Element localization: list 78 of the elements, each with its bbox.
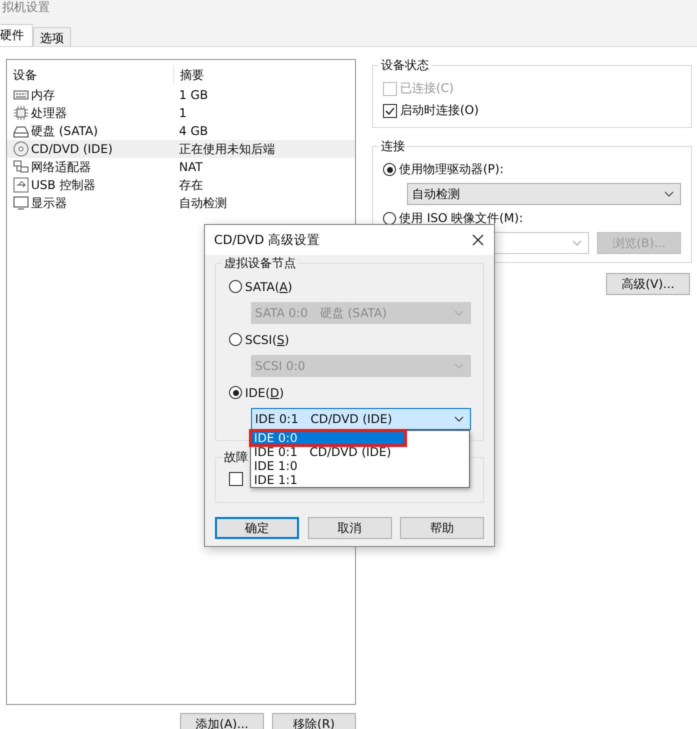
device-name: 网络适配器 xyxy=(31,158,91,176)
device-name: 内存 xyxy=(31,86,55,104)
device-name: USB 控制器 xyxy=(31,176,96,194)
radio-label: SCSI(S) xyxy=(245,332,290,346)
checkbox[interactable] xyxy=(229,472,243,486)
dialog-button[interactable]: 帮助 xyxy=(400,517,484,539)
dialog-title: CD/DVD 高级设置 xyxy=(214,232,320,248)
dialog-button[interactable]: 取消 xyxy=(308,517,392,539)
action-button[interactable]: 添加(A)... xyxy=(180,713,264,729)
dropdown-option[interactable]: IDE 0:1 CD/DVD (IDE) xyxy=(251,445,469,459)
action-button[interactable]: 移除(R) xyxy=(272,713,356,729)
device-name: 硬盘 (SATA) xyxy=(31,122,98,140)
disc-icon xyxy=(13,141,29,157)
device-row[interactable]: 网络适配器 NAT xyxy=(7,158,355,176)
select-value: IDE 0:1 xyxy=(255,412,298,426)
column-header[interactable]: 设备 xyxy=(13,66,173,84)
group-title: 连接 xyxy=(379,138,407,155)
group-title: 虚拟设备节点 xyxy=(222,255,298,272)
dialog-button[interactable]: 确定 xyxy=(215,517,299,539)
radio-label: 使用物理驱动器(P): xyxy=(399,161,504,178)
dropdown-option[interactable]: IDE 1:0 xyxy=(251,459,469,473)
drive-select[interactable]: 自动检测 xyxy=(407,183,681,205)
radio-button[interactable] xyxy=(383,163,396,176)
chevron-down-icon xyxy=(454,310,464,316)
network-icon xyxy=(13,159,29,175)
device-name: 显示器 xyxy=(31,194,67,212)
radio-label: IDE(D) xyxy=(245,386,284,400)
option-text: CD/DVD (IDE) xyxy=(310,445,392,459)
radio-button[interactable] xyxy=(383,212,396,225)
select-value: CD/DVD (IDE) xyxy=(310,412,392,426)
group-title: 故障 xyxy=(222,449,250,466)
tab[interactable]: 硬件 xyxy=(0,24,33,46)
device-row[interactable]: 内存 1 GB xyxy=(7,86,355,104)
option-text: IDE 1:1 xyxy=(254,473,298,487)
chevron-down-icon xyxy=(664,191,674,197)
group-title: 设备状态 xyxy=(379,57,431,74)
device-summary: 4 GB xyxy=(178,124,208,138)
select-value: 硬盘 (SATA) xyxy=(320,304,387,322)
checkbox-label: 已连接(C) xyxy=(400,80,454,97)
device-summary: 1 xyxy=(178,106,187,120)
usb-icon xyxy=(13,177,29,193)
device-row[interactable]: USB 控制器 存在 xyxy=(7,176,355,194)
option-text: IDE 1:0 xyxy=(254,459,298,473)
dropdown-option[interactable]: IDE 1:1 xyxy=(251,473,469,487)
checkbox-label: 启动时连接(O) xyxy=(400,102,479,119)
dropdown-option[interactable]: IDE 0:0 xyxy=(251,431,405,445)
window-title: 拟机设置 xyxy=(1,0,50,14)
radio-button[interactable] xyxy=(229,333,242,346)
chevron-down-icon xyxy=(454,363,464,369)
device-name: CD/DVD (IDE) xyxy=(31,142,113,156)
radio-label: SATA(A) xyxy=(245,280,292,294)
radio-button[interactable] xyxy=(229,386,242,399)
chevron-down-icon xyxy=(572,240,582,246)
advanced-button[interactable]: 高级(V)... xyxy=(606,273,690,295)
device-summary: NAT xyxy=(178,160,203,174)
device-row[interactable]: 硬盘 (SATA) 4 GB xyxy=(7,122,355,140)
select-value: SCSI 0:0 xyxy=(255,359,306,373)
device-summary: 自动检测 xyxy=(178,194,227,212)
device-summary: 正在使用未知后端 xyxy=(178,140,275,158)
checkbox[interactable] xyxy=(383,104,397,118)
device-summary: 存在 xyxy=(178,176,203,194)
tab[interactable]: 选项 xyxy=(33,27,71,46)
column-header[interactable]: 摘要 xyxy=(173,66,204,84)
device-name: 处理器 xyxy=(31,104,67,122)
device-summary: 1 GB xyxy=(178,88,208,102)
chip-icon xyxy=(13,105,29,121)
close-icon[interactable] xyxy=(472,234,484,246)
monitor-icon xyxy=(13,195,29,211)
option-text: IDE 0:1 xyxy=(254,445,298,459)
radio-button[interactable] xyxy=(229,280,242,293)
device-row[interactable]: CD/DVD (IDE) 正在使用未知后端 xyxy=(7,140,355,158)
node-select[interactable]: IDE 0:1 CD/DVD (IDE) xyxy=(251,408,471,430)
radio-label: 使用 ISO 映像文件(M): xyxy=(399,210,523,227)
chevron-down-icon xyxy=(454,416,464,422)
option-text: IDE 0:0 xyxy=(254,431,298,445)
select-value: SATA 0:0 xyxy=(255,306,308,320)
device-row[interactable]: 处理器 1 xyxy=(7,104,355,122)
device-row[interactable]: 显示器 自动检测 xyxy=(7,194,355,212)
